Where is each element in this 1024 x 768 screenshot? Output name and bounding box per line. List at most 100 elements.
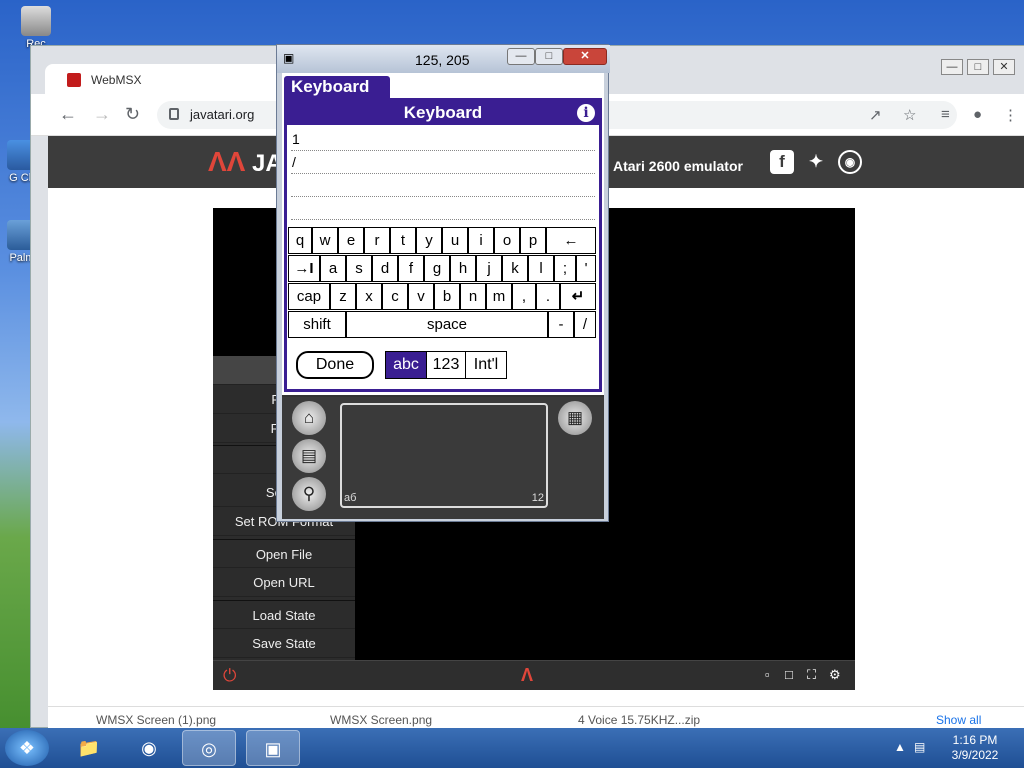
download-item[interactable]: WMSX Screen.png [330, 713, 432, 727]
start-button[interactable]: ❖ [5, 730, 49, 766]
key-m[interactable]: m [486, 283, 512, 310]
menu-kebab-icon[interactable]: ⋮ [1003, 106, 1018, 124]
emulator-title: Atari 2600 emulator [613, 158, 743, 174]
menu-item-save-state[interactable]: Save State [213, 629, 355, 658]
key-space[interactable]: space [346, 311, 548, 338]
key-f[interactable]: f [398, 255, 424, 282]
reload-icon[interactable]: ↻ [125, 104, 140, 125]
key-p[interactable]: p [520, 227, 546, 254]
key-hyphen[interactable]: - [548, 311, 574, 338]
profile-icon[interactable]: ● [973, 106, 982, 123]
key-n[interactable]: n [460, 283, 486, 310]
download-item[interactable]: 4 Voice 15.75KHZ...zip [578, 713, 700, 727]
text-line-1[interactable]: 1 [291, 128, 595, 151]
key-t[interactable]: t [390, 227, 416, 254]
forward-arrow-icon[interactable]: → [93, 104, 111, 125]
tab-title: WebMSX [91, 73, 142, 87]
show-all-link[interactable]: Show all [936, 713, 981, 727]
menu-item-open-file[interactable]: Open File [213, 539, 355, 568]
key-o[interactable]: o [494, 227, 520, 254]
firefox-icon[interactable]: ◉ [122, 730, 176, 766]
site-logo[interactable]: ΛΛ JA [208, 146, 283, 178]
key-shift[interactable]: shift [288, 311, 346, 338]
download-item[interactable]: WMSX Screen (1).png [96, 713, 216, 727]
mode-123-button[interactable]: 123 [426, 351, 466, 379]
abc-mode-glyph: aб [344, 492, 357, 504]
desktop-icon-recycle-bin[interactable]: Rec [16, 6, 56, 50]
share-icon[interactable]: ↗ [869, 106, 882, 124]
key-a[interactable]: a [320, 255, 346, 282]
done-button[interactable]: Done [296, 351, 374, 379]
key-s[interactable]: s [346, 255, 372, 282]
atari-logo-icon: ΛΛ [208, 146, 246, 177]
atari-logo-icon[interactable]: Λ [521, 665, 533, 686]
key-w[interactable]: w [312, 227, 338, 254]
facebook-icon[interactable]: f [770, 150, 794, 174]
system-clock[interactable]: 1:16 PM 3/9/2022 [945, 733, 1005, 763]
reading-list-icon[interactable]: ≡ [941, 106, 950, 123]
show-hidden-icons-icon[interactable]: ▲ [894, 740, 906, 754]
key-y[interactable]: y [416, 227, 442, 254]
close-button[interactable]: ✕ [563, 48, 607, 65]
key-h[interactable]: h [450, 255, 476, 282]
menu-item-open-url[interactable]: Open URL [213, 568, 355, 597]
key-i[interactable]: i [468, 227, 494, 254]
text-line-4[interactable] [291, 197, 595, 220]
minimize-screen-icon[interactable]: ▫ [765, 667, 770, 682]
graffiti-input-area[interactable]: aб 12 [340, 403, 548, 508]
key-j[interactable]: j [476, 255, 502, 282]
key-g[interactable]: g [424, 255, 450, 282]
key-e[interactable]: e [338, 227, 364, 254]
key-semicolon[interactable]: ; [554, 255, 576, 282]
key-comma[interactable]: , [512, 283, 536, 310]
form-title-tab: Keyboard [284, 76, 390, 98]
window-screen-icon[interactable]: □ [785, 667, 793, 682]
key-apostrophe[interactable]: ' [576, 255, 596, 282]
calculator-icon[interactable]: ▦ [558, 401, 592, 435]
power-icon[interactable]: ⏻ [223, 666, 236, 686]
text-line-2[interactable]: / [291, 151, 595, 174]
network-icon[interactable]: ▤ [914, 740, 925, 754]
minimize-button[interactable]: — [507, 48, 535, 65]
key-d[interactable]: d [372, 255, 398, 282]
url-text: javatari.org [190, 107, 255, 122]
menu-icon[interactable]: ▤ [292, 439, 326, 473]
maximize-button[interactable]: □ [535, 48, 563, 65]
key-u[interactable]: u [442, 227, 468, 254]
bookmark-star-icon[interactable]: ☆ [903, 106, 916, 124]
key-x[interactable]: x [356, 283, 382, 310]
palm-emulator-taskbar-icon[interactable]: ▣ [246, 730, 300, 766]
info-icon[interactable]: i [577, 104, 595, 122]
key-c[interactable]: c [382, 283, 408, 310]
mode-intl-button[interactable]: Int'l [465, 351, 507, 379]
home-icon[interactable]: ⌂ [292, 401, 326, 435]
chrome-icon[interactable]: ◎ [182, 730, 236, 766]
key-v[interactable]: v [408, 283, 434, 310]
key-q[interactable]: q [288, 227, 312, 254]
key-k[interactable]: k [502, 255, 528, 282]
github-icon[interactable]: ◉ [838, 150, 862, 174]
file-explorer-icon[interactable]: 📁 [62, 730, 116, 766]
key-z[interactable]: z [330, 283, 356, 310]
twitter-icon[interactable]: ✦ [804, 150, 828, 174]
clock-date: 3/9/2022 [951, 748, 999, 762]
close-button[interactable]: ✕ [993, 59, 1015, 75]
fullscreen-icon[interactable]: ⛶ [807, 667, 816, 683]
minimize-button[interactable]: — [941, 59, 963, 75]
text-line-3[interactable] [291, 174, 595, 197]
key-backspace[interactable]: ← [546, 227, 596, 254]
back-arrow-icon[interactable]: ← [59, 104, 77, 125]
key-r[interactable]: r [364, 227, 390, 254]
key-l[interactable]: l [528, 255, 554, 282]
key-tab[interactable]: →I [288, 255, 320, 282]
key-slash[interactable]: / [574, 311, 596, 338]
menu-item-load-state[interactable]: Load State [213, 600, 355, 629]
key-period[interactable]: . [536, 283, 560, 310]
key-enter[interactable]: ↵ [560, 283, 596, 310]
key-b[interactable]: b [434, 283, 460, 310]
key-caps[interactable]: cap [288, 283, 330, 310]
find-icon[interactable]: ⚲ [292, 477, 326, 511]
maximize-button[interactable]: □ [967, 59, 989, 75]
mode-abc-button[interactable]: abc [385, 351, 427, 379]
gear-icon[interactable]: ⚙ [829, 667, 841, 683]
